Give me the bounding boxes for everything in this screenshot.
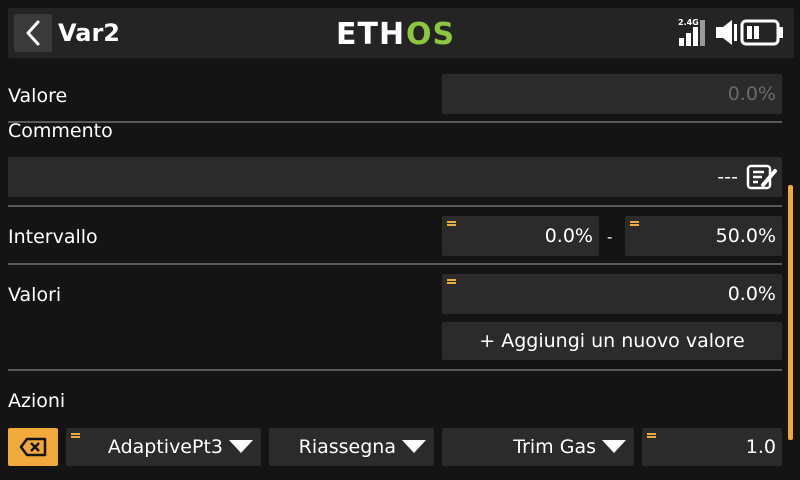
mode-dropdown[interactable]: Riassegna [269,428,434,466]
valore-value: 0.0% [727,83,776,105]
target-value: Trim Gas [513,436,596,458]
chevron-down-icon [229,440,253,453]
clear-action-button[interactable] [8,428,58,466]
valori-field[interactable]: 0.0% [442,274,782,314]
add-value-button[interactable]: + Aggiungi un nuovo valore [442,322,782,360]
back-arrow-icon [26,20,40,46]
menu-icon [630,221,639,228]
chevron-down-icon [402,440,426,453]
mode-value: Riassegna [298,436,396,458]
menu-icon [71,433,80,440]
divider [8,369,782,371]
battery-icon [740,19,783,46]
divider [8,205,782,207]
source-value: AdaptivePt3 [107,436,223,458]
source-dropdown[interactable]: AdaptivePt3 [66,428,261,466]
scrollbar[interactable] [788,185,793,440]
commento-field[interactable]: --- [8,157,782,197]
intervallo-min-value: 0.0% [544,225,593,247]
menu-icon [447,279,456,286]
intervallo-max-value: 50.0% [715,225,776,247]
amount-value: 1.0 [745,436,776,458]
logo-text-left: ETH [336,17,405,52]
speaker-icon [716,20,737,45]
status-icons: 2.4G [678,18,783,46]
range-separator: - [607,228,613,246]
clear-icon [19,437,47,457]
menu-icon [647,433,656,440]
divider [8,121,782,123]
signal-label: 2.4G [678,18,699,27]
header-bar: Var2 ETH OS 2.4G [0,0,800,66]
edit-note-icon[interactable] [746,163,778,191]
valori-label: Valori [8,284,62,306]
divider [8,263,782,265]
amount-field[interactable]: 1.0 [642,428,782,466]
intervallo-label: Intervallo [8,226,98,248]
valore-label: Valore [8,85,68,107]
chevron-down-icon [602,440,626,453]
azioni-label: Azioni [8,390,66,412]
target-dropdown[interactable]: Trim Gas [442,428,634,466]
page-title: Var2 [58,19,120,47]
back-button[interactable] [14,14,52,52]
menu-icon [447,221,456,228]
valori-value: 0.0% [727,283,776,305]
valore-field: 0.0% [442,74,782,114]
ethos-logo: ETH OS [336,17,455,52]
intervallo-max-field[interactable]: 50.0% [625,216,782,256]
commento-value: --- [717,166,738,188]
commento-label: Commento [8,120,113,142]
logo-text-right: OS [406,17,455,52]
intervallo-min-field[interactable]: 0.0% [442,216,599,256]
